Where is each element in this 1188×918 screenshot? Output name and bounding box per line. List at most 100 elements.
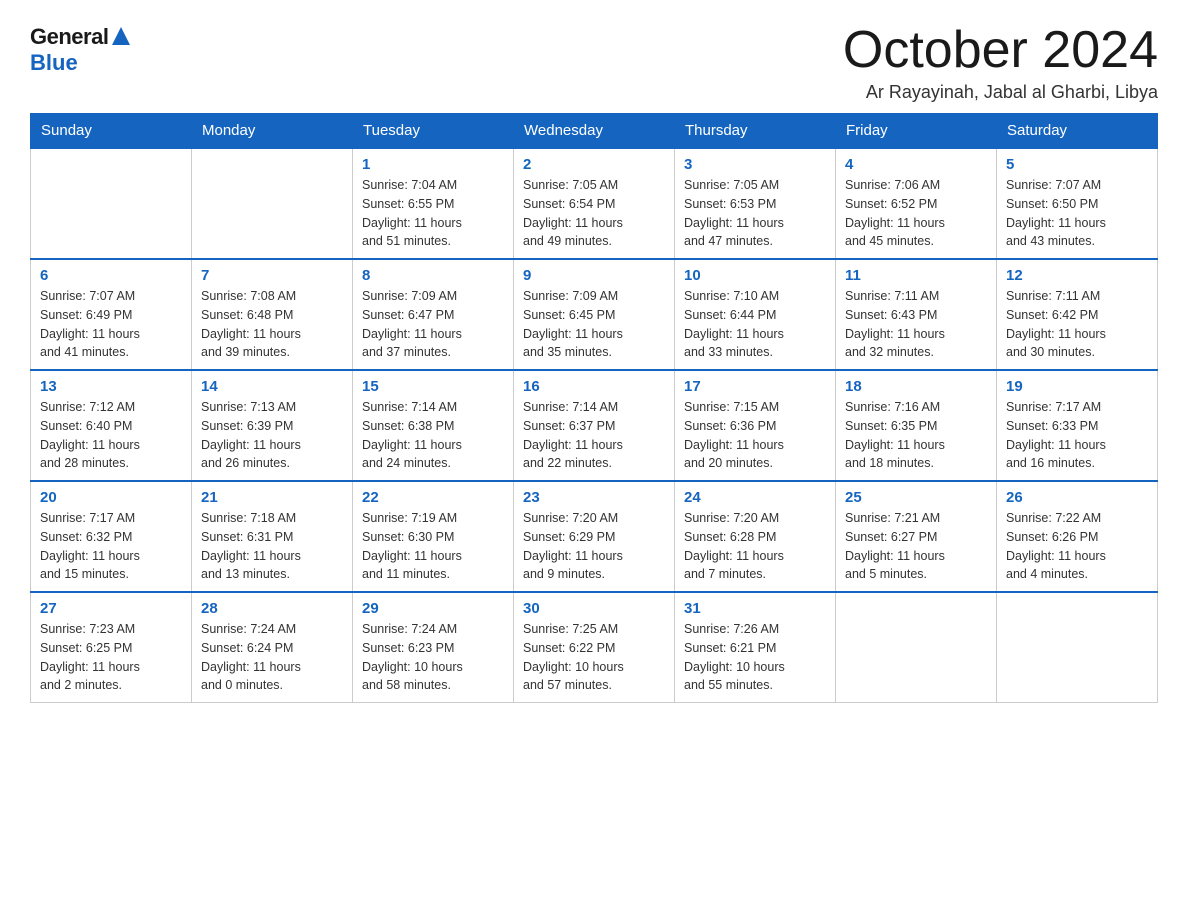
day-info: Sunrise: 7:05 AMSunset: 6:53 PMDaylight:… <box>684 176 826 251</box>
day-number: 24 <box>684 489 826 506</box>
day-info: Sunrise: 7:17 AMSunset: 6:33 PMDaylight:… <box>1006 398 1148 473</box>
logo-triangle-icon <box>110 25 132 47</box>
calendar-cell: 19 Sunrise: 7:17 AMSunset: 6:33 PMDayligh… <box>997 370 1158 481</box>
calendar-cell: 30Sunrise: 7:25 AMSunset: 6:22 PMDayligh… <box>514 592 675 703</box>
logo: General Blue <box>30 24 132 76</box>
weekday-header-sunday: Sunday <box>31 114 192 149</box>
calendar-week-row: 6 Sunrise: 7:07 AMSunset: 6:49 PMDaylight… <box>31 259 1158 370</box>
day-number: 18 <box>845 378 987 395</box>
day-number: 30 <box>523 600 665 617</box>
day-info: Sunrise: 7:16 AMSunset: 6:35 PMDaylight:… <box>845 398 987 473</box>
calendar-cell: 20 Sunrise: 7:17 AMSunset: 6:32 PMDayligh… <box>31 481 192 592</box>
calendar-cell: 17Sunrise: 7:15 AMSunset: 6:36 PMDayligh… <box>675 370 836 481</box>
calendar-cell: 23 Sunrise: 7:20 AMSunset: 6:29 PMDayligh… <box>514 481 675 592</box>
calendar-cell: 10 Sunrise: 7:10 AMSunset: 6:44 PMDayligh… <box>675 259 836 370</box>
day-info: Sunrise: 7:26 AMSunset: 6:21 PMDaylight:… <box>684 620 826 695</box>
day-info: Sunrise: 7:18 AMSunset: 6:31 PMDaylight:… <box>201 509 343 584</box>
calendar-header-row: SundayMondayTuesdayWednesdayThursdayFrid… <box>31 114 1158 149</box>
calendar-cell: 15 Sunrise: 7:14 AMSunset: 6:38 PMDayligh… <box>353 370 514 481</box>
logo-blue-text: Blue <box>30 50 78 76</box>
day-info: Sunrise: 7:07 AMSunset: 6:49 PMDaylight:… <box>40 287 182 362</box>
weekday-header-friday: Friday <box>836 114 997 149</box>
day-number: 23 <box>523 489 665 506</box>
day-info: Sunrise: 7:20 AMSunset: 6:28 PMDaylight:… <box>684 509 826 584</box>
day-info: Sunrise: 7:13 AMSunset: 6:39 PMDaylight:… <box>201 398 343 473</box>
day-info: Sunrise: 7:23 AMSunset: 6:25 PMDaylight:… <box>40 620 182 695</box>
calendar-table: SundayMondayTuesdayWednesdayThursdayFrid… <box>30 113 1158 703</box>
day-info: Sunrise: 7:12 AMSunset: 6:40 PMDaylight:… <box>40 398 182 473</box>
day-number: 21 <box>201 489 343 506</box>
calendar-cell: 28 Sunrise: 7:24 AMSunset: 6:24 PMDayligh… <box>192 592 353 703</box>
day-number: 27 <box>40 600 182 617</box>
header: General Blue October 2024 Ar Rayayinah, … <box>30 24 1158 103</box>
day-info: Sunrise: 7:11 AMSunset: 6:43 PMDaylight:… <box>845 287 987 362</box>
day-info: Sunrise: 7:05 AMSunset: 6:54 PMDaylight:… <box>523 176 665 251</box>
day-number: 11 <box>845 267 987 284</box>
day-info: Sunrise: 7:08 AMSunset: 6:48 PMDaylight:… <box>201 287 343 362</box>
day-number: 2 <box>523 156 665 173</box>
calendar-cell: 27 Sunrise: 7:23 AMSunset: 6:25 PMDayligh… <box>31 592 192 703</box>
calendar-cell: 24 Sunrise: 7:20 AMSunset: 6:28 PMDayligh… <box>675 481 836 592</box>
day-number: 9 <box>523 267 665 284</box>
day-number: 20 <box>40 489 182 506</box>
calendar-cell <box>997 592 1158 703</box>
day-info: Sunrise: 7:14 AMSunset: 6:38 PMDaylight:… <box>362 398 504 473</box>
calendar-cell: 12Sunrise: 7:11 AMSunset: 6:42 PMDayligh… <box>997 259 1158 370</box>
day-info: Sunrise: 7:07 AMSunset: 6:50 PMDaylight:… <box>1006 176 1148 251</box>
day-number: 19 <box>1006 378 1148 395</box>
day-number: 15 <box>362 378 504 395</box>
day-number: 3 <box>684 156 826 173</box>
calendar-cell: 21 Sunrise: 7:18 AMSunset: 6:31 PMDayligh… <box>192 481 353 592</box>
day-info: Sunrise: 7:22 AMSunset: 6:26 PMDaylight:… <box>1006 509 1148 584</box>
calendar-cell: 29 Sunrise: 7:24 AMSunset: 6:23 PMDayligh… <box>353 592 514 703</box>
calendar-week-row: 1 Sunrise: 7:04 AMSunset: 6:55 PMDaylight… <box>31 148 1158 259</box>
day-number: 14 <box>201 378 343 395</box>
calendar-cell: 2 Sunrise: 7:05 AMSunset: 6:54 PMDaylight… <box>514 148 675 259</box>
calendar-cell: 7 Sunrise: 7:08 AMSunset: 6:48 PMDaylight… <box>192 259 353 370</box>
logo-general-text: General <box>30 24 108 50</box>
calendar-week-row: 13 Sunrise: 7:12 AMSunset: 6:40 PMDayligh… <box>31 370 1158 481</box>
day-info: Sunrise: 7:09 AMSunset: 6:45 PMDaylight:… <box>523 287 665 362</box>
weekday-header-thursday: Thursday <box>675 114 836 149</box>
day-info: Sunrise: 7:24 AMSunset: 6:24 PMDaylight:… <box>201 620 343 695</box>
calendar-cell: 16 Sunrise: 7:14 AMSunset: 6:37 PMDayligh… <box>514 370 675 481</box>
calendar-cell: 22Sunrise: 7:19 AMSunset: 6:30 PMDayligh… <box>353 481 514 592</box>
calendar-cell: 3 Sunrise: 7:05 AMSunset: 6:53 PMDaylight… <box>675 148 836 259</box>
calendar-cell <box>192 148 353 259</box>
calendar-cell: 8Sunrise: 7:09 AMSunset: 6:47 PMDaylight… <box>353 259 514 370</box>
calendar-cell: 11 Sunrise: 7:11 AMSunset: 6:43 PMDayligh… <box>836 259 997 370</box>
weekday-header-saturday: Saturday <box>997 114 1158 149</box>
day-info: Sunrise: 7:24 AMSunset: 6:23 PMDaylight:… <box>362 620 504 695</box>
day-number: 1 <box>362 156 504 173</box>
day-info: Sunrise: 7:14 AMSunset: 6:37 PMDaylight:… <box>523 398 665 473</box>
day-info: Sunrise: 7:19 AMSunset: 6:30 PMDaylight:… <box>362 509 504 584</box>
day-info: Sunrise: 7:06 AMSunset: 6:52 PMDaylight:… <box>845 176 987 251</box>
calendar-cell: 9 Sunrise: 7:09 AMSunset: 6:45 PMDaylight… <box>514 259 675 370</box>
day-number: 26 <box>1006 489 1148 506</box>
calendar-cell <box>836 592 997 703</box>
calendar-cell <box>31 148 192 259</box>
day-number: 29 <box>362 600 504 617</box>
day-number: 4 <box>845 156 987 173</box>
calendar-cell: 25Sunrise: 7:21 AMSunset: 6:27 PMDayligh… <box>836 481 997 592</box>
day-number: 6 <box>40 267 182 284</box>
day-number: 25 <box>845 489 987 506</box>
day-number: 5 <box>1006 156 1148 173</box>
calendar-cell: 5 Sunrise: 7:07 AMSunset: 6:50 PMDaylight… <box>997 148 1158 259</box>
day-number: 28 <box>201 600 343 617</box>
day-info: Sunrise: 7:09 AMSunset: 6:47 PMDaylight:… <box>362 287 504 362</box>
calendar-week-row: 27 Sunrise: 7:23 AMSunset: 6:25 PMDayligh… <box>31 592 1158 703</box>
day-info: Sunrise: 7:17 AMSunset: 6:32 PMDaylight:… <box>40 509 182 584</box>
calendar-cell: 13 Sunrise: 7:12 AMSunset: 6:40 PMDayligh… <box>31 370 192 481</box>
day-info: Sunrise: 7:10 AMSunset: 6:44 PMDaylight:… <box>684 287 826 362</box>
day-number: 7 <box>201 267 343 284</box>
calendar-cell: 31Sunrise: 7:26 AMSunset: 6:21 PMDayligh… <box>675 592 836 703</box>
weekday-header-tuesday: Tuesday <box>353 114 514 149</box>
day-info: Sunrise: 7:20 AMSunset: 6:29 PMDaylight:… <box>523 509 665 584</box>
weekday-header-wednesday: Wednesday <box>514 114 675 149</box>
day-number: 16 <box>523 378 665 395</box>
day-number: 10 <box>684 267 826 284</box>
month-title: October 2024 <box>843 24 1158 76</box>
day-number: 13 <box>40 378 182 395</box>
day-info: Sunrise: 7:04 AMSunset: 6:55 PMDaylight:… <box>362 176 504 251</box>
